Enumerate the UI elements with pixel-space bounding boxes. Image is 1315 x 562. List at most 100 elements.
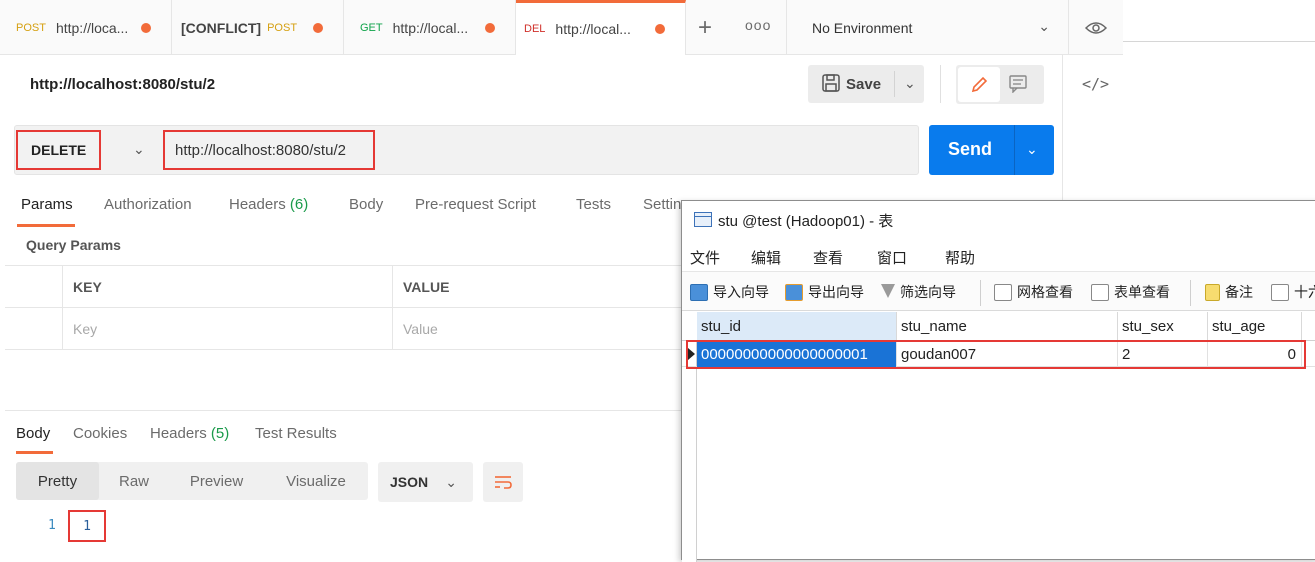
request-bar	[14, 125, 919, 175]
tab-authorization[interactable]: Authorization	[104, 196, 192, 213]
memo-button[interactable]: 备注	[1205, 282, 1253, 302]
format-visualize[interactable]: Visualize	[264, 462, 368, 500]
request-title: http://localhost:8080/stu/2	[30, 76, 216, 93]
save-icon	[822, 74, 840, 95]
import-icon	[690, 283, 708, 301]
import-wizard-button[interactable]: 导入向导	[690, 282, 769, 302]
form-icon	[1091, 283, 1109, 301]
chevron-down-icon[interactable]: ⌄	[133, 141, 145, 158]
window-title: stu @test (Hadoop01) - 表	[718, 212, 894, 230]
filter-icon	[881, 283, 895, 301]
column-stu-id[interactable]: stu_id	[697, 312, 897, 341]
format-preview[interactable]: Preview	[169, 462, 264, 500]
query-params-table: KEY VALUE Key Value	[5, 265, 685, 350]
filter-wizard-button[interactable]: 筛选向导	[881, 282, 956, 302]
menu-edit[interactable]: 编辑	[751, 247, 781, 268]
response-tab-body[interactable]: Body	[16, 425, 50, 442]
environment-selector[interactable]: No Environment ⌄	[786, 0, 1068, 55]
response-tab-test-results[interactable]: Test Results	[255, 425, 337, 442]
column-stu-age[interactable]: stu_age	[1208, 312, 1302, 341]
format-pretty[interactable]: Pretty	[16, 462, 99, 500]
export-wizard-button[interactable]: 导出向导	[785, 282, 864, 302]
highlight-box	[686, 340, 1306, 369]
send-button[interactable]: Send ⌄	[929, 125, 1054, 175]
send-label: Send	[948, 139, 993, 159]
unsaved-dot-icon	[313, 22, 323, 33]
menu-help[interactable]: 帮助	[945, 247, 975, 268]
divider	[940, 65, 941, 103]
response-tab-cookies[interactable]: Cookies	[73, 425, 127, 442]
save-label: Save	[846, 75, 882, 93]
format-raw[interactable]: Raw	[99, 462, 169, 500]
hex-button[interactable]: 十六	[1271, 282, 1315, 302]
note-icon	[1205, 283, 1220, 301]
chevron-down-icon: ⌄	[1038, 18, 1050, 34]
response-type-select[interactable]: JSON ⌄	[378, 462, 473, 502]
key-header: KEY	[62, 266, 392, 307]
request-tab-4[interactable]: DEL http://local...	[516, 0, 686, 55]
chevron-down-icon[interactable]: ⌄	[1026, 141, 1038, 158]
column-stu-sex[interactable]: stu_sex	[1118, 312, 1208, 341]
wrap-lines-icon[interactable]	[483, 462, 523, 502]
window-title-bar: stu @test (Hadoop01) - 表	[682, 201, 1315, 239]
unsaved-dot-icon	[485, 22, 495, 33]
value-input[interactable]: Value	[392, 308, 685, 349]
response-type-label: JSON	[390, 474, 429, 490]
method-badge: POST	[267, 21, 298, 34]
tab-prefix: [CONFLICT]	[181, 19, 262, 36]
edit-mode-group	[956, 65, 1044, 104]
grid-header: stu_id stu_name stu_sex stu_age	[682, 312, 1315, 341]
grid-view-button[interactable]: 网格查看	[994, 282, 1073, 302]
value-header: VALUE	[392, 266, 685, 307]
form-view-button[interactable]: 表单查看	[1091, 282, 1170, 302]
method-badge: POST	[16, 21, 46, 34]
chevron-down-icon: ⌄	[445, 474, 457, 490]
code-icon[interactable]: </>	[1082, 75, 1109, 93]
tab-label: http://local...	[392, 19, 469, 36]
table-header: KEY VALUE	[5, 266, 685, 308]
query-params-title: Query Params	[26, 237, 121, 253]
menu-file[interactable]: 文件	[690, 247, 720, 268]
divider	[1014, 125, 1015, 175]
tab-tests[interactable]: Tests	[576, 196, 611, 213]
save-button[interactable]: Save ⌄	[808, 65, 924, 103]
tab-pre-request-script[interactable]: Pre-request Script	[415, 196, 536, 213]
menu-bar: 文件 编辑 查看 窗口 帮助	[682, 239, 1315, 271]
request-tab-1[interactable]: POST http://loca...	[0, 0, 172, 55]
chevron-down-icon[interactable]: ⌄	[904, 75, 916, 92]
method-badge: GET	[360, 21, 383, 34]
method-select[interactable]: DELETE	[16, 130, 101, 170]
divider	[5, 410, 685, 411]
request-tab-2[interactable]: [CONFLICT] POST	[172, 0, 344, 55]
table-icon	[694, 212, 712, 227]
new-tab-button[interactable]: +	[698, 14, 712, 42]
toolbar: 导入向导 导出向导 筛选向导 网格查看 表单查看 备注 十六	[682, 271, 1315, 311]
active-tab-indicator	[17, 224, 75, 227]
grid-icon	[994, 283, 1012, 301]
key-input[interactable]: Key	[62, 308, 392, 349]
pencil-icon[interactable]	[958, 67, 1000, 102]
response-tab-headers[interactable]: Headers (5)	[150, 425, 229, 442]
tab-settings[interactable]: Settin	[643, 196, 681, 213]
active-tab-indicator	[16, 451, 53, 454]
hex-icon	[1271, 283, 1289, 301]
url-input[interactable]: http://localhost:8080/stu/2	[163, 130, 375, 170]
background-window	[1123, 0, 1315, 42]
tab-headers[interactable]: Headers (6)	[229, 196, 308, 213]
eye-icon[interactable]	[1068, 0, 1123, 55]
table-row: Key Value	[5, 308, 685, 350]
format-toggle: Pretty Raw Preview Visualize	[16, 462, 368, 500]
unsaved-dot-icon	[655, 24, 665, 34]
tab-params[interactable]: Params	[21, 196, 73, 213]
menu-view[interactable]: 查看	[813, 247, 843, 268]
tab-body[interactable]: Body	[349, 196, 383, 213]
comment-icon[interactable]	[1008, 73, 1028, 96]
export-icon	[785, 283, 803, 301]
request-tab-3[interactable]: GET http://local...	[344, 0, 516, 55]
unsaved-dot-icon	[141, 22, 151, 33]
column-stu-name[interactable]: stu_name	[897, 312, 1118, 341]
menu-window[interactable]: 窗口	[877, 247, 907, 268]
response-body-value: 1	[68, 510, 106, 542]
more-tabs-icon[interactable]: ooo	[745, 17, 771, 33]
tab-label: http://local...	[555, 21, 631, 37]
